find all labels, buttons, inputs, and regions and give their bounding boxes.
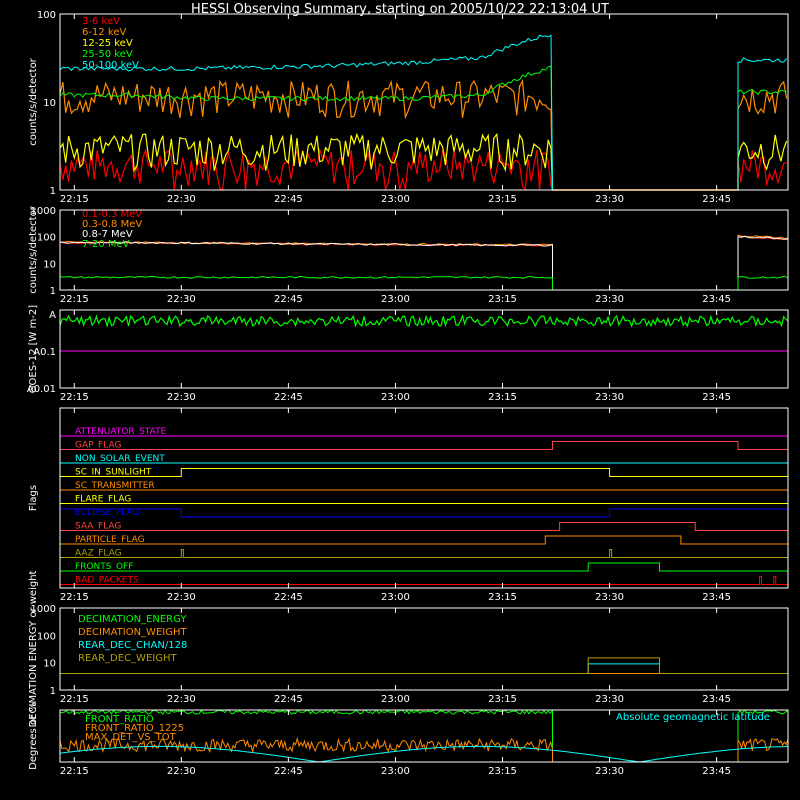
- flag-label: ATTENUATOR_STATE: [75, 427, 167, 437]
- flag-line-gap-flag: [60, 441, 788, 450]
- x-tick-label: 22:15: [60, 294, 89, 305]
- hessi-summary-figure: HESSI Observing Summary, starting on 200…: [0, 0, 800, 800]
- x-tick-label: 23:15: [488, 766, 517, 777]
- x-tick-label: 22:30: [167, 694, 196, 705]
- legend-entry: REAR_DEC_WEIGHT: [78, 653, 177, 664]
- legend-entry: 12-25 keV: [82, 38, 133, 49]
- x-tick-label: 22:30: [167, 392, 196, 403]
- flag-label: SAA_FLAG: [75, 522, 121, 532]
- x-tick-label: 23:15: [488, 194, 517, 205]
- x-tick-label: 23:30: [595, 392, 624, 403]
- flag-label: GAP_FLAG: [75, 441, 121, 451]
- flag-label: FLARE_FLAG: [75, 495, 131, 505]
- y-tick-label: 10: [43, 659, 56, 670]
- x-tick-label: 23:45: [702, 694, 731, 705]
- x-tick-label: 23:15: [488, 592, 517, 603]
- panel-flags-frame: [59, 407, 789, 589]
- flag-line-saa-flag: [60, 522, 788, 531]
- x-tick-label: 23:45: [702, 294, 731, 305]
- x-tick-label: 22:45: [274, 592, 303, 603]
- flag-line-sc-in-sunlight: [60, 468, 788, 477]
- flag-label: NON_SOLAR_EVENT: [75, 454, 165, 464]
- flag-line-fronts-off: [60, 562, 788, 572]
- legend-entry: 7-20 MeV: [82, 239, 130, 250]
- legend-entry: 50-100 keV: [82, 60, 139, 71]
- x-tick-label: 23:15: [488, 294, 517, 305]
- flag-label: SC_TRANSMITTER: [75, 481, 155, 491]
- legend-entry: 3-6 keV: [82, 16, 120, 27]
- x-tick-label: 23:45: [702, 194, 731, 205]
- x-tick-label: 23:00: [381, 392, 410, 403]
- y-tick-label: 1: [50, 686, 56, 697]
- flag-label: FRONTS_OFF: [75, 562, 133, 572]
- x-tick-label: 23:45: [702, 766, 731, 777]
- x-tick-label: 22:30: [167, 766, 196, 777]
- x-tick-label: 23:30: [595, 766, 624, 777]
- x-tick-label: 23:15: [488, 392, 517, 403]
- x-tick-label: 23:45: [702, 592, 731, 603]
- x-tick-label: 23:30: [595, 194, 624, 205]
- flag-label: PARTICLE_FLAG: [75, 535, 145, 545]
- y-axis-label: counts/s/detector: [28, 205, 39, 293]
- flag-label: AAZ_FLAG: [75, 549, 122, 559]
- annotation-label: Absolute geomagnetic latitude: [616, 712, 770, 723]
- y-tick-label: 100: [37, 631, 56, 642]
- y-axis-label: Degrees or %: [28, 702, 39, 770]
- x-tick-label: 22:30: [167, 294, 196, 305]
- x-tick-label: 22:30: [167, 592, 196, 603]
- y-tick-label: 1: [50, 186, 56, 197]
- flag-line-particle-flag: [60, 535, 788, 545]
- chart-canvas: 3-6 keV6-12 keV12-25 keV25-50 keV50-100 …: [27, 10, 789, 777]
- x-tick-label: 23:30: [595, 294, 624, 305]
- flag-line-eclipse-flag: [59, 508, 789, 518]
- flag-label: BAD_PACKETS: [75, 576, 139, 586]
- x-tick-label: 23:00: [381, 766, 410, 777]
- x-tick-label: 23:00: [381, 592, 410, 603]
- x-tick-label: 22:15: [60, 392, 89, 403]
- x-tick-label: 22:45: [274, 392, 303, 403]
- flag-label: SC_IN_SUNLIGHT: [75, 468, 152, 478]
- series-line-goes-high: [59, 314, 789, 329]
- flag-line-aaz-flag: [60, 549, 788, 558]
- x-tick-label: 22:30: [167, 194, 196, 205]
- x-tick-label: 22:15: [60, 766, 89, 777]
- legend-entry: 25-50 keV: [82, 49, 133, 60]
- y-tick-label: 10: [43, 259, 56, 270]
- flag-label: ECLIPSE_FLAG: [75, 508, 139, 518]
- legend-entry: MAX_DET_VS_TOT: [85, 732, 177, 743]
- legend-entry: REAR_DEC_CHAN/128: [78, 640, 187, 651]
- x-tick-label: 23:15: [488, 694, 517, 705]
- y-tick-label: 100: [37, 233, 56, 244]
- x-tick-label: 22:45: [274, 194, 303, 205]
- series-line-7-20-mev: [59, 275, 789, 291]
- x-tick-label: 22:15: [60, 194, 89, 205]
- legend-entry: DECIMATION_WEIGHT: [78, 627, 187, 638]
- x-tick-label: 22:45: [274, 766, 303, 777]
- y-tick-label: A: [49, 310, 56, 321]
- x-tick-label: 23:30: [595, 592, 624, 603]
- x-tick-label: 23:00: [381, 194, 410, 205]
- x-tick-label: 23:00: [381, 294, 410, 305]
- series-line-geomagnetic-latitude: [59, 745, 789, 763]
- y-axis-label: Flags: [28, 485, 39, 511]
- x-tick-label: 22:15: [60, 592, 89, 603]
- legend-entry: DECIMATION_ENERGY: [78, 614, 187, 625]
- x-tick-label: 23:45: [702, 392, 731, 403]
- series-line-0-8-7-mev: [59, 235, 789, 291]
- series-line-0-1-0-3-mev: [59, 235, 789, 291]
- x-tick-label: 22:15: [60, 694, 89, 705]
- y-tick-label: 100: [37, 10, 56, 21]
- x-tick-label: 23:30: [595, 694, 624, 705]
- x-tick-label: 23:00: [381, 694, 410, 705]
- flag-line-bad-packets: [60, 576, 788, 585]
- x-tick-label: 22:45: [274, 694, 303, 705]
- y-axis-label: counts/s/detector: [28, 57, 39, 145]
- series-line-6-12-kev: [59, 79, 788, 191]
- y-axis-label: GOES-12 [W m-2]: [28, 305, 39, 393]
- y-tick-label: 10: [43, 98, 56, 109]
- x-tick-label: 22:45: [274, 294, 303, 305]
- y-tick-label: 1: [50, 286, 56, 297]
- series-line-rear_dec_chan-128: [60, 663, 788, 674]
- legend-entry: 6-12 keV: [82, 27, 126, 38]
